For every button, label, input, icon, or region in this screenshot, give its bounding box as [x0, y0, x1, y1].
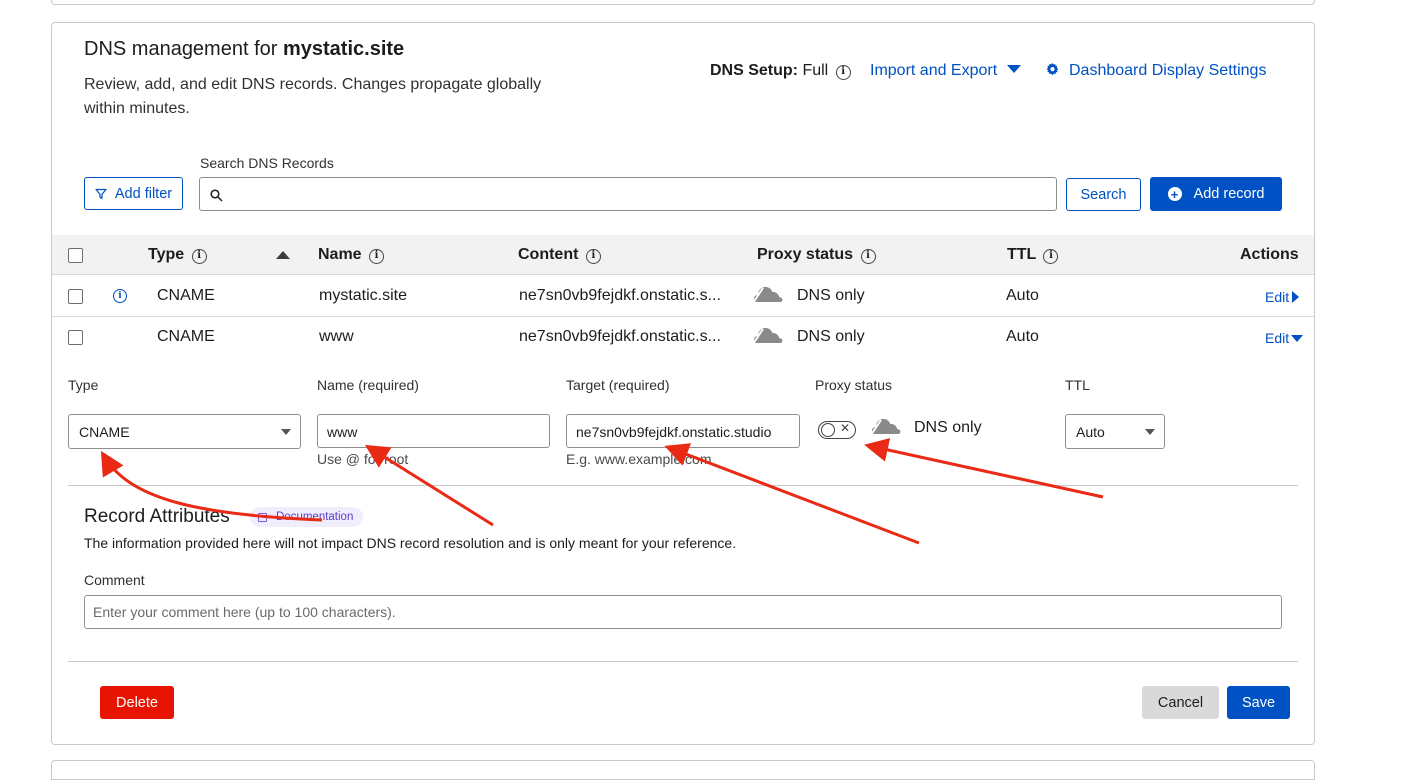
info-icon: i: [860, 248, 876, 264]
column-content[interactable]: Content i: [518, 246, 601, 264]
name-label: Name (required): [317, 377, 419, 393]
cloud-icon: [752, 286, 783, 304]
record-type: CNAME: [157, 328, 215, 345]
dns-setup-label: DNS Setup:: [710, 62, 798, 79]
record-name: www: [319, 328, 354, 345]
plus-circle-icon: +: [1167, 187, 1182, 201]
search-input[interactable]: [199, 177, 1057, 211]
delete-button[interactable]: Delete: [100, 686, 174, 719]
search-button[interactable]: Search: [1066, 178, 1141, 211]
caret-down-icon: [1007, 65, 1022, 73]
target-input[interactable]: ne7sn0vb9fejdkf.onstatic.studio: [566, 414, 800, 448]
record-ttl: Auto: [1006, 328, 1039, 345]
search-icon: [210, 189, 223, 202]
next-card-edge: [51, 760, 1315, 780]
table-row[interactable]: CNAME www ne7sn0vb9fejdkf.onstatic.s... …: [52, 317, 1314, 358]
filter-icon: [95, 188, 107, 199]
column-ttl[interactable]: TTL i: [1007, 246, 1059, 264]
proxy-toggle[interactable]: ✕: [818, 421, 856, 439]
chevron-down-icon: [281, 429, 291, 435]
record-attributes-description: The information provided here will not i…: [84, 535, 737, 551]
column-type[interactable]: Type i: [148, 246, 207, 264]
cancel-button[interactable]: Cancel: [1142, 686, 1219, 719]
book-icon: [258, 512, 267, 522]
toggle-knob: [821, 423, 835, 437]
record-name: mystatic.site: [319, 287, 408, 304]
target-hint: E.g. www.example.com: [566, 451, 712, 467]
type-label: Type: [68, 377, 99, 393]
row-checkbox[interactable]: [68, 330, 83, 345]
info-icon: i: [369, 248, 385, 264]
caret-down-icon: [1291, 335, 1304, 342]
column-proxy-status[interactable]: Proxy status i: [757, 246, 876, 264]
add-filter-button[interactable]: Add filter: [84, 177, 183, 210]
select-all-checkbox[interactable]: [68, 248, 83, 263]
comment-input[interactable]: Enter your comment here (up to 100 chara…: [84, 595, 1282, 629]
cloud-icon: [870, 418, 901, 436]
type-select[interactable]: CNAME: [68, 414, 301, 449]
page-title: DNS management for mystatic.site: [84, 38, 405, 60]
chevron-down-icon: [1145, 429, 1155, 435]
proxy-status-value: DNS only: [914, 419, 982, 436]
domain-name: mystatic.site: [282, 38, 405, 60]
caret-right-icon: [1292, 291, 1300, 303]
import-export-dropdown[interactable]: Import and Export: [870, 62, 1022, 80]
proxy-status: DNS only: [797, 287, 865, 304]
proxy-status-label: Proxy status: [815, 377, 893, 393]
dashboard-display-settings-link[interactable]: Dashboard Display Settings: [1046, 62, 1266, 80]
dns-management-card: [51, 22, 1315, 745]
comment-label: Comment: [84, 572, 145, 588]
add-record-button[interactable]: + Add record: [1150, 177, 1282, 211]
divider: [68, 661, 1298, 662]
dns-setup-value: Full: [802, 62, 829, 79]
info-icon[interactable]: i: [835, 64, 851, 80]
ttl-select[interactable]: Auto: [1065, 414, 1165, 449]
page-description: Review, add, and edit DNS records. Chang…: [84, 76, 542, 117]
record-content: ne7sn0vb9fejdkf.onstatic.s...: [519, 328, 721, 345]
record-content: ne7sn0vb9fejdkf.onstatic.s...: [519, 287, 721, 304]
documentation-link[interactable]: Documentation: [250, 507, 364, 527]
name-hint: Use @ for root: [317, 451, 409, 467]
edit-button[interactable]: Edit: [1265, 289, 1300, 305]
column-name[interactable]: Name i: [318, 246, 385, 264]
record-ttl: Auto: [1006, 287, 1039, 304]
table-header: Type i Name i Content i Proxy status i T…: [52, 235, 1314, 275]
row-checkbox[interactable]: [68, 289, 83, 304]
divider: [68, 485, 1298, 486]
record-type: CNAME: [157, 287, 215, 304]
info-icon: i: [585, 248, 601, 264]
info-icon: i: [1043, 248, 1059, 264]
target-label: Target (required): [566, 377, 670, 393]
search-label: Search DNS Records: [200, 155, 334, 171]
table-row[interactable]: i CNAME mystatic.site ne7sn0vb9fejdkf.on…: [52, 276, 1314, 317]
ttl-label: TTL: [1065, 377, 1090, 393]
cloud-icon: [752, 327, 783, 345]
save-button[interactable]: Save: [1227, 686, 1290, 719]
proxy-status: DNS only: [797, 328, 865, 345]
column-actions: Actions: [1240, 246, 1299, 263]
close-icon: ✕: [839, 421, 850, 435]
dns-setup: DNS Setup: Full i: [710, 62, 851, 80]
info-icon[interactable]: i: [113, 289, 127, 303]
info-icon: i: [191, 248, 207, 264]
sort-ascending-icon[interactable]: [276, 251, 290, 259]
record-attributes-title: Record Attributes: [84, 506, 230, 527]
gear-icon: [1046, 63, 1059, 76]
previous-card-edge: [51, 0, 1315, 5]
name-input[interactable]: www: [317, 414, 550, 448]
edit-button[interactable]: Edit: [1265, 330, 1304, 346]
